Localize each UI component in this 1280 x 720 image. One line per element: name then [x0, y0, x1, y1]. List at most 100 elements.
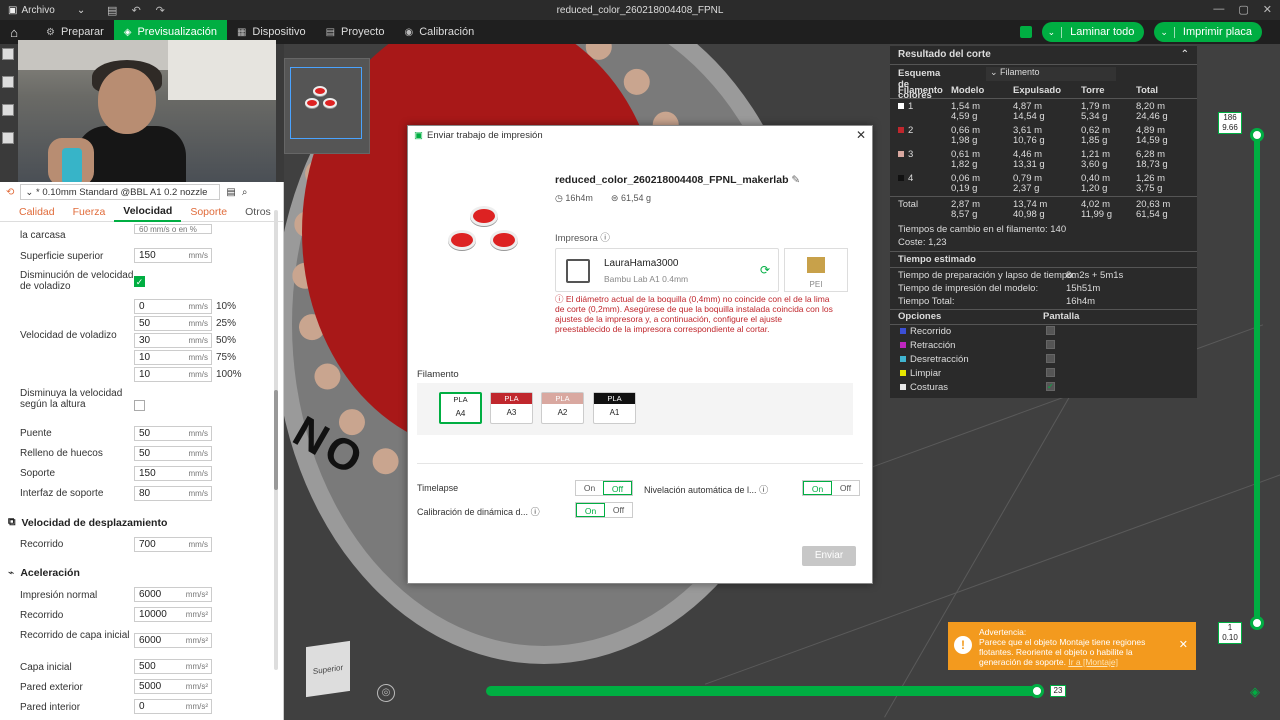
- option-checkbox[interactable]: [1046, 326, 1055, 335]
- help-icon[interactable]: ⓘ: [531, 507, 540, 517]
- edit-icon[interactable]: ✎: [791, 174, 800, 186]
- file-menu[interactable]: ▣ Archivo ⌄: [0, 5, 85, 16]
- plate-type[interactable]: PEI: [784, 248, 848, 292]
- toggle-on[interactable]: On: [576, 503, 605, 517]
- scroll-thumb[interactable]: [274, 390, 278, 490]
- subtab-velocidad[interactable]: Velocidad: [114, 202, 182, 222]
- scheme-select[interactable]: ⌄ Filamento: [986, 67, 1116, 81]
- toolbar-icon[interactable]: [2, 104, 14, 116]
- filament-slot-a4[interactable]: PLA A4: [439, 392, 482, 424]
- close-icon[interactable]: ✕: [856, 128, 866, 142]
- toolbar-icon[interactable]: [2, 48, 14, 60]
- toast-link[interactable]: Ir a [Montaje]: [1068, 657, 1118, 667]
- cell: 24,46 g: [1136, 111, 1168, 122]
- layer-slider[interactable]: [1254, 130, 1260, 624]
- relleno-field[interactable]: 50 mm/s: [134, 446, 212, 461]
- chevron-down-icon[interactable]: ⌄: [1046, 26, 1063, 38]
- disminucion-checkbox[interactable]: ✓: [134, 276, 145, 287]
- capa-inicial-field[interactable]: 500 mm/s²: [134, 659, 212, 674]
- subtab-soporte[interactable]: Soporte: [181, 206, 236, 218]
- setting-label: Recorrido: [20, 539, 64, 550]
- toggle-off[interactable]: Off: [605, 503, 632, 517]
- send-print-dialog: ▣ Enviar trabajo de impresión ✕ reduced_c…: [407, 125, 873, 584]
- pared-exterior-field[interactable]: 5000 mm/s²: [134, 679, 212, 694]
- slice-all-button[interactable]: ⌄ Laminar todo: [1041, 22, 1145, 42]
- filament-slot-a1[interactable]: PLA A1: [593, 392, 636, 424]
- interfaz-field[interactable]: 80 mm/s: [134, 486, 212, 501]
- layer-bottom-handle[interactable]: [1250, 616, 1264, 630]
- leveling-toggle[interactable]: On Off: [802, 480, 860, 496]
- help-icon[interactable]: ⓘ: [759, 485, 768, 495]
- move-slider[interactable]: [486, 686, 1038, 696]
- layers-icon[interactable]: ◈: [1250, 684, 1260, 700]
- undo-icon[interactable]: ↶: [129, 3, 143, 17]
- chevron-down-icon[interactable]: ⌄: [1158, 26, 1175, 38]
- toolbar-icon[interactable]: [2, 76, 14, 88]
- option-color-swatch: [900, 342, 906, 348]
- minimize-icon[interactable]: —: [1213, 3, 1224, 16]
- search-icon[interactable]: ⌕: [242, 187, 248, 198]
- disminuya-checkbox[interactable]: [134, 400, 145, 411]
- toggle-on[interactable]: On: [576, 481, 603, 495]
- scheme-value: Filamento: [1000, 67, 1040, 77]
- field-value: 10: [139, 369, 151, 380]
- filament-slot-a3[interactable]: PLA A3: [490, 392, 533, 424]
- plate-thumbnail[interactable]: [284, 58, 370, 154]
- preset-select[interactable]: ⌄ * 0.10mm Standard @BBL A1 0.2 nozzle: [20, 184, 221, 200]
- view-cube[interactable]: Superior: [306, 640, 350, 698]
- voladizo-field-4[interactable]: 10 mm/s: [134, 350, 212, 365]
- save-preset-icon[interactable]: ▤: [226, 187, 235, 198]
- puente-field[interactable]: 50 mm/s: [134, 426, 212, 441]
- subtab-fuerza[interactable]: Fuerza: [64, 206, 115, 218]
- filament-slot-a2[interactable]: PLA A2: [541, 392, 584, 424]
- superficie-superior-field[interactable]: 150 mm/s: [134, 248, 212, 263]
- refresh-icon[interactable]: ⟳: [760, 263, 770, 277]
- camera-icon[interactable]: ◎: [377, 684, 395, 702]
- subtab-calidad[interactable]: Calidad: [10, 206, 64, 218]
- options-label: Opciones: [898, 311, 942, 322]
- printer-select[interactable]: LauraHama3000 Bambu Lab A1 0.4mm ⟳: [555, 248, 779, 292]
- pared-interior-field[interactable]: 0 mm/s²: [134, 699, 212, 714]
- save-icon[interactable]: ▤: [105, 3, 119, 17]
- maximize-icon[interactable]: ▢: [1238, 3, 1248, 16]
- warning-text: El diámetro actual de la boquilla (0,4mm…: [555, 294, 833, 334]
- toolbar-icon[interactable]: [2, 132, 14, 144]
- voladizo-field-1[interactable]: 0 mm/s: [134, 299, 212, 314]
- calibration-toggle[interactable]: On Off: [575, 502, 633, 518]
- option-row: Limpiar: [898, 368, 1188, 380]
- collapse-icon[interactable]: ⌃: [1181, 46, 1189, 64]
- plate-icon[interactable]: [1019, 26, 1032, 38]
- option-checkbox[interactable]: [1046, 354, 1055, 363]
- layer-top-handle[interactable]: [1250, 128, 1264, 142]
- send-button[interactable]: Enviar: [802, 546, 856, 566]
- soporte-field[interactable]: 150 mm/s: [134, 466, 212, 481]
- setting-label: Disminución de velocidad de voladizo: [20, 270, 134, 292]
- sidebar-scrollbar[interactable]: [274, 210, 278, 670]
- recorrido-capa-field[interactable]: 6000 mm/s²: [134, 633, 212, 648]
- tab-proyecto[interactable]: ▤ Proyecto: [316, 20, 395, 44]
- voladizo-field-3[interactable]: 30 mm/s: [134, 333, 212, 348]
- toggle-off[interactable]: Off: [832, 481, 859, 495]
- home-icon[interactable]: ⌂: [0, 25, 28, 40]
- voladizo-field-5[interactable]: 10 mm/s: [134, 367, 212, 382]
- recorrido-field[interactable]: 700 mm/s: [134, 537, 212, 552]
- timelapse-toggle[interactable]: On Off: [575, 480, 633, 496]
- option-checkbox[interactable]: [1046, 340, 1055, 349]
- close-icon[interactable]: ✕: [1263, 3, 1272, 16]
- toggle-off[interactable]: Off: [603, 481, 632, 495]
- redo-icon[interactable]: ↷: [153, 3, 167, 17]
- tab-calibracion[interactable]: ◉ Calibración: [394, 20, 484, 44]
- voladizo-field-2[interactable]: 50 mm/s: [134, 316, 212, 331]
- toggle-on[interactable]: On: [803, 481, 832, 495]
- tab-label: Preparar: [60, 26, 104, 38]
- help-icon[interactable]: ⓘ: [600, 233, 610, 244]
- option-checkbox[interactable]: ✓: [1046, 382, 1055, 391]
- close-icon[interactable]: ✕: [1179, 640, 1188, 651]
- print-plate-button[interactable]: ⌄ Imprimir placa: [1154, 22, 1262, 42]
- impresion-normal-field[interactable]: 6000 mm/s²: [134, 587, 212, 602]
- time-meta: ◷ 16h4m: [555, 193, 593, 204]
- carcasa-field[interactable]: 60 mm/s o en %: [134, 224, 212, 234]
- recorrido2-field[interactable]: 10000 mm/s²: [134, 607, 212, 622]
- option-checkbox[interactable]: [1046, 368, 1055, 377]
- move-slider-handle[interactable]: [1030, 684, 1044, 698]
